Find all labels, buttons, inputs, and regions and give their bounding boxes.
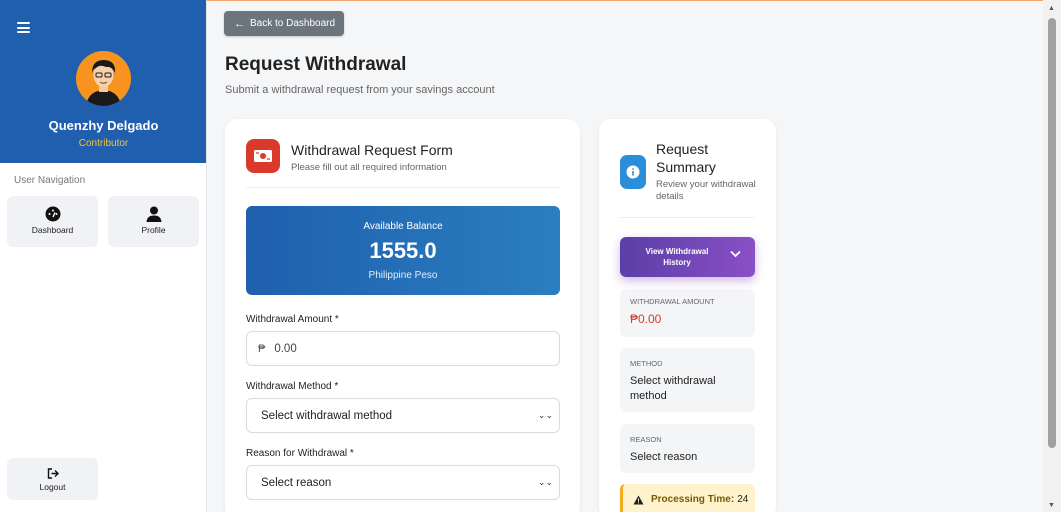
nav-heading: User Navigation — [14, 175, 86, 186]
chevron-down-icon: ⌄⌄ — [537, 410, 553, 420]
scroll-down-icon[interactable]: ▼ — [1048, 502, 1055, 509]
sidebar-profile-header: Quenzhy Delgado Contributor — [0, 0, 206, 163]
reason-value: Select reason — [630, 451, 698, 463]
user-icon — [146, 206, 161, 222]
request-summary-card: Request Summary Review your withdrawal d… — [599, 119, 776, 512]
summary-amount-box: WITHDRAWAL AMOUNT ₱0.00 — [620, 289, 755, 337]
money-exchange-icon — [246, 139, 280, 173]
logout-icon — [47, 468, 59, 479]
history-button-label: View Withdrawal History — [645, 247, 709, 267]
amount-label: Withdrawal Amount * — [246, 314, 339, 325]
amount-input[interactable]: ₱ 0.00 — [246, 331, 560, 366]
logout-label: Logout — [39, 482, 66, 492]
sidebar-item-dashboard[interactable]: Dashboard — [7, 196, 98, 247]
processing-label: Processing Time: — [651, 494, 735, 505]
balance-currency: Philippine Peso — [368, 270, 438, 281]
reason-select[interactable]: Select reason ⌄⌄ — [246, 465, 560, 500]
method-select[interactable]: Select withdrawal method ⌄⌄ — [246, 398, 560, 433]
summary-reason-box: REASON Select reason — [620, 424, 755, 473]
page-subtitle: Submit a withdrawal request from your sa… — [225, 84, 495, 96]
sidebar-item-label: Dashboard — [31, 225, 74, 235]
warning-icon — [633, 495, 644, 505]
logout-button[interactable]: Logout — [7, 458, 98, 500]
method-key: METHOD — [630, 359, 663, 368]
dashboard-icon — [45, 206, 60, 222]
user-name: Quenzhy Delgado — [48, 118, 159, 133]
reason-select-value: Select reason — [261, 476, 332, 489]
withdrawal-form-card: Withdrawal Request Form Please fill out … — [225, 119, 580, 512]
available-balance-panel: Available Balance 1555.0 Philippine Peso — [246, 206, 560, 295]
processing-time-notice: Processing Time: 24 — [620, 484, 755, 512]
chevron-down-icon — [730, 250, 741, 258]
info-icon — [620, 155, 646, 189]
amount-value: ₱0.00 — [630, 312, 662, 326]
amount-key: WITHDRAWAL AMOUNT — [630, 297, 715, 306]
processing-value: 24 — [737, 494, 749, 505]
amount-placeholder: 0.00 — [274, 342, 297, 355]
form-title: Withdrawal Request Form — [291, 142, 453, 158]
sidebar-item-profile[interactable]: Profile — [108, 196, 199, 247]
reason-key: REASON — [630, 435, 662, 444]
back-button-label: Back to Dashboard — [250, 18, 336, 29]
form-subtitle: Please fill out all required information — [291, 162, 447, 173]
divider — [620, 217, 755, 218]
back-to-dashboard-button[interactable]: ← Back to Dashboard — [224, 11, 344, 36]
summary-subtitle: Review your withdrawal details — [656, 179, 756, 202]
scrollbar[interactable]: ▲ ▼ — [1043, 0, 1061, 512]
peso-symbol: ₱ — [258, 342, 266, 355]
balance-value: 1555.0 — [369, 238, 437, 263]
arrow-left-icon: ← — [234, 17, 245, 30]
method-label: Withdrawal Method * — [246, 381, 339, 392]
page-title: Request Withdrawal — [225, 54, 407, 75]
method-select-value: Select withdrawal method — [261, 409, 393, 422]
scrollbar-thumb[interactable] — [1048, 18, 1056, 448]
scroll-up-icon[interactable]: ▲ — [1048, 5, 1055, 12]
avatar — [76, 51, 131, 106]
method-value: Select withdrawal method — [630, 375, 716, 402]
divider — [246, 187, 559, 188]
balance-label: Available Balance — [363, 221, 443, 232]
sidebar: Quenzhy Delgado Contributor User Navigat… — [0, 0, 207, 512]
reason-label: Reason for Withdrawal * — [246, 448, 354, 459]
summary-title: Request Summary — [656, 141, 716, 175]
top-accent-line — [207, 0, 1061, 1]
summary-method-box: METHOD Select withdrawal method — [620, 348, 755, 412]
hamburger-menu-icon[interactable] — [17, 22, 30, 33]
sidebar-item-label: Profile — [141, 225, 166, 235]
view-withdrawal-history-button[interactable]: View Withdrawal History — [620, 237, 755, 277]
user-role: Contributor — [78, 138, 129, 149]
chevron-down-icon: ⌄⌄ — [537, 477, 553, 487]
